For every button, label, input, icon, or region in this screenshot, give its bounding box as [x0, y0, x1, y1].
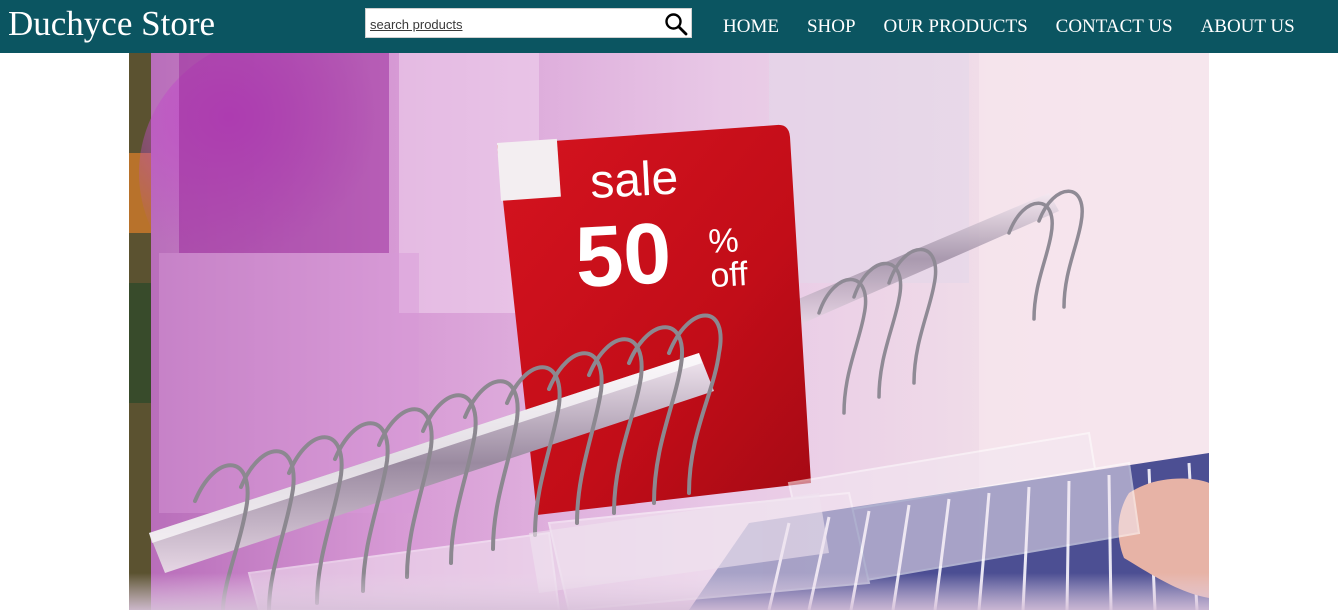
nav-home-link[interactable]: HOME: [723, 16, 779, 38]
discount-amount: 50: [573, 205, 674, 306]
search-box: [365, 8, 692, 38]
nav-about-us-link[interactable]: ABOUT US: [1201, 16, 1295, 38]
sale-sign: sale 50 % off: [497, 124, 811, 515]
nav-shop-link[interactable]: SHOP: [807, 16, 856, 38]
sale-word: sale: [589, 151, 680, 209]
nav-contact-us-link[interactable]: CONTACT US: [1056, 16, 1173, 38]
search-icon[interactable]: [664, 12, 688, 36]
hero-sale-image: sale 50 % off: [129, 53, 1209, 610]
sale-rack-photo: sale 50 % off: [129, 53, 1209, 610]
top-navigation-bar: Duchyce Store HOME SHOP OUR PRODUCTS CON…: [0, 0, 1338, 53]
nav-our-products-link[interactable]: OUR PRODUCTS: [884, 16, 1028, 38]
off-word: off: [709, 255, 749, 295]
main-nav: HOME SHOP OUR PRODUCTS CONTACT US ABOUT …: [723, 0, 1323, 53]
search-input[interactable]: [370, 15, 660, 33]
store-logo-title[interactable]: Duchyce Store: [8, 2, 215, 46]
